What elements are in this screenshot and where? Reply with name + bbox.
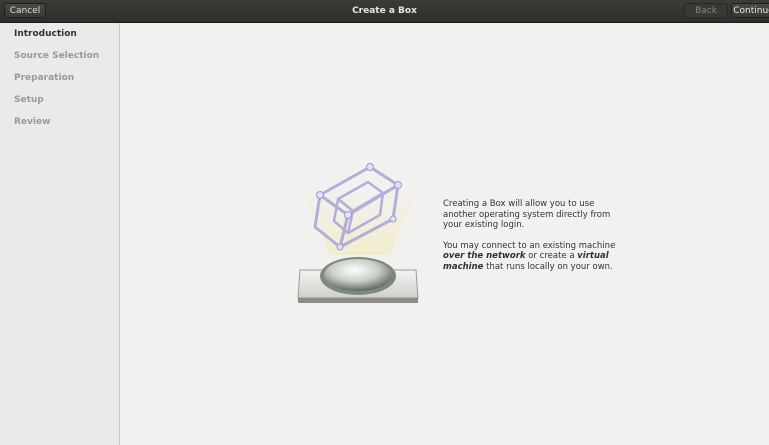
window-title: Create a Box [352, 6, 417, 16]
boxes-hypercube-icon [290, 155, 430, 310]
intro-text: Creating a Box will allow you to use ano… [443, 199, 623, 282]
sidebar-item-preparation: Preparation [14, 73, 75, 83]
steps-sidebar: Introduction Source Selection Preparatio… [0, 23, 120, 445]
intro-p2-text-3: that runs locally on your own. [483, 261, 613, 272]
sidebar-item-review: Review [14, 117, 51, 127]
continue-button[interactable]: Continue [731, 3, 769, 18]
intro-p2-text-2: or create a [525, 251, 578, 261]
sidebar-item-source-selection: Source Selection [14, 51, 100, 61]
over-the-network-text: over the network [443, 251, 526, 261]
sidebar-item-setup: Setup [14, 95, 44, 105]
intro-p2-text-1: You may connect to an existing machine [443, 240, 616, 251]
intro-paragraph-2: You may connect to an existing machine o… [443, 241, 623, 273]
header-bar: Cancel Create a Box Back Continue [0, 0, 769, 23]
sidebar-item-introduction: Introduction [14, 29, 77, 39]
intro-paragraph-1: Creating a Box will allow you to use ano… [443, 199, 611, 230]
back-button[interactable]: Back [684, 3, 728, 18]
